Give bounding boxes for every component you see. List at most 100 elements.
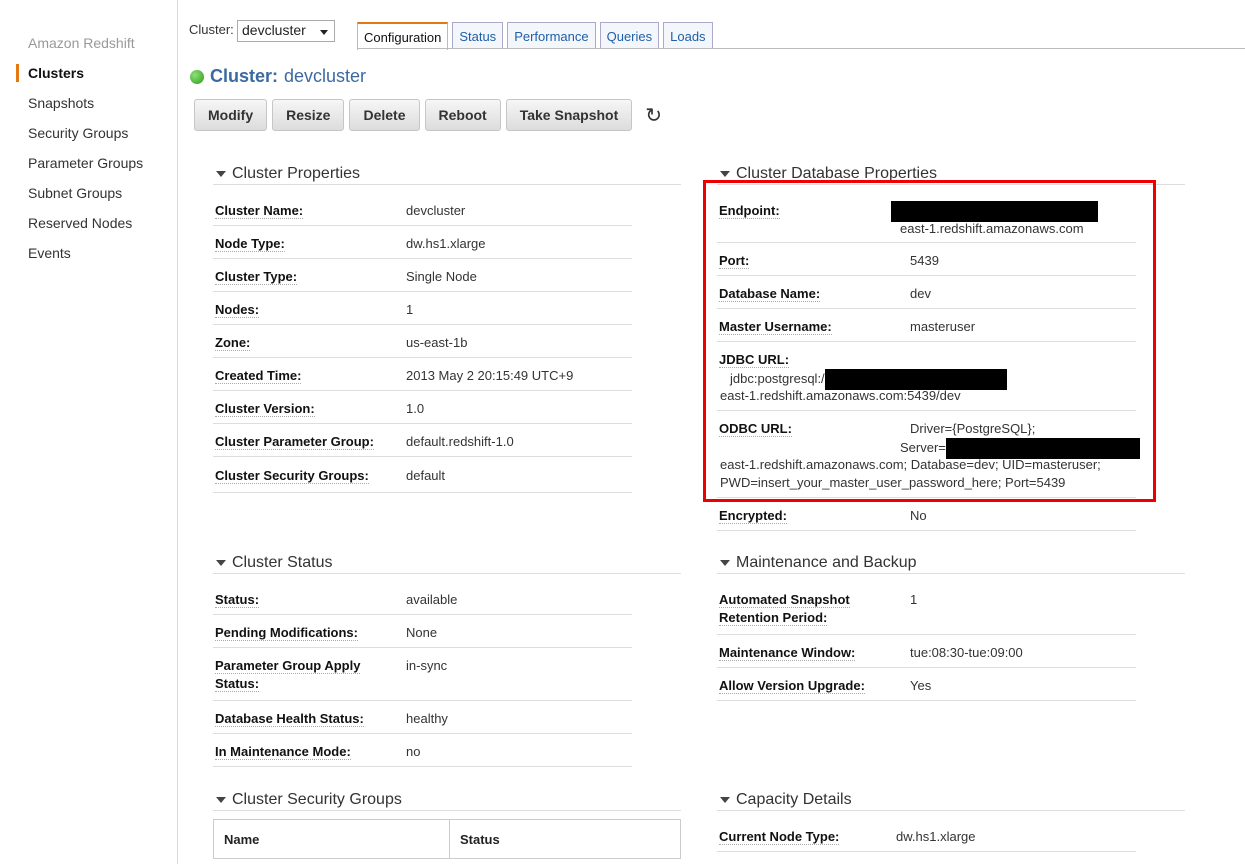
property-label: Node Type: [215, 236, 285, 252]
maintenance-value: tue:08:30-tue:09:00 [910, 645, 1023, 660]
delete-button[interactable]: Delete [349, 99, 420, 131]
status-row: Status: available [213, 582, 632, 615]
highlight-box [703, 180, 1156, 502]
tab-queries[interactable]: Queries [599, 22, 660, 48]
capacity-row: Current Node Type: dw.hs1.xlarge [717, 819, 1136, 852]
maintenance-row: Automated Snapshot Retention Period: 1 [717, 582, 1136, 635]
property-value: 1.0 [406, 401, 425, 416]
tab-loads[interactable]: Loads [663, 22, 713, 48]
property-label: Zone: [215, 335, 251, 351]
status-label: In Maintenance Mode: [215, 744, 351, 760]
capacity-header[interactable]: Capacity Details [717, 789, 1185, 811]
security-groups-section: Cluster Security Groups [213, 789, 681, 811]
collapse-triangle-icon [216, 796, 226, 803]
sidebar-item-snapshots[interactable]: Snapshots [0, 93, 177, 123]
status-value: healthy [406, 711, 448, 726]
sidebar-item-events[interactable]: Events [0, 243, 177, 273]
maintenance-section: Maintenance and Backup Automated Snapsho… [717, 552, 1185, 701]
property-row: Cluster Version: 1.0 [213, 391, 632, 424]
property-row: Cluster Type: Single Node [213, 259, 632, 292]
page-title-prefix: Cluster: [210, 66, 279, 86]
page-title-name: devcluster [284, 66, 367, 86]
maintenance-label: Allow Version Upgrade: [719, 678, 865, 694]
property-value: 2013 May 2 20:15:49 UTC+9 [406, 368, 574, 383]
cluster-status-heading: Cluster Status [232, 553, 333, 571]
status-value: no [406, 744, 421, 759]
cluster-properties-heading: Cluster Properties [232, 164, 361, 182]
maintenance-row: Allow Version Upgrade: Yes [717, 668, 1136, 701]
encrypted-row: Encrypted: No [717, 498, 1136, 531]
maintenance-value: Yes [910, 678, 932, 693]
property-row: Cluster Name: devcluster [213, 193, 632, 226]
cluster-select-label: Cluster: [189, 22, 234, 37]
status-row: Database Health Status: healthy [213, 701, 632, 734]
resize-button[interactable]: Resize [272, 99, 345, 131]
maintenance-header[interactable]: Maintenance and Backup [717, 552, 1185, 574]
page-title: Cluster: devcluster [190, 66, 366, 87]
cluster-select[interactable]: devcluster [237, 20, 335, 42]
action-toolbar: Modify Resize Delete Reboot Take Snapsho… [194, 99, 662, 131]
reboot-button[interactable]: Reboot [424, 99, 501, 131]
maintenance-heading: Maintenance and Backup [736, 553, 917, 571]
sidebar-item-reserved-nodes[interactable]: Reserved Nodes [0, 213, 177, 243]
cluster-properties-header[interactable]: Cluster Properties [213, 163, 681, 185]
sidebar-item-security-groups[interactable]: Security Groups [0, 123, 177, 153]
property-value: default.redshift-1.0 [406, 434, 514, 449]
property-row: Node Type: dw.hs1.xlarge [213, 226, 632, 259]
status-dot-icon [190, 69, 204, 84]
capacity-list: Current Node Type: dw.hs1.xlarge [717, 819, 1136, 852]
cluster-status-header[interactable]: Cluster Status [213, 552, 681, 574]
tab-divider [357, 48, 1245, 49]
collapse-triangle-icon [720, 559, 730, 566]
maintenance-row: Maintenance Window: tue:08:30-tue:09:00 [717, 635, 1136, 668]
security-groups-table: Name Status [213, 819, 681, 859]
property-label: Created Time: [215, 368, 302, 384]
property-label: Cluster Version: [215, 401, 315, 417]
status-label: Status: [215, 592, 260, 608]
refresh-icon[interactable]: ↻ [645, 103, 662, 128]
property-label: Cluster Security Groups: [215, 468, 369, 484]
sidebar: Amazon Redshift Clusters Snapshots Secur… [0, 0, 178, 864]
tab-configuration[interactable]: Configuration [357, 22, 449, 50]
capacity-value: dw.hs1.xlarge [896, 829, 976, 844]
security-groups-heading: Cluster Security Groups [232, 790, 402, 808]
collapse-triangle-icon [720, 796, 730, 803]
column-header-name[interactable]: Name [214, 820, 450, 858]
property-value: default [406, 468, 446, 483]
capacity-section: Capacity Details Current Node Type: dw.h… [717, 789, 1185, 852]
maintenance-label: Automated Snapshot Retention Period: [719, 592, 850, 626]
sidebar-item-parameter-groups[interactable]: Parameter Groups [0, 153, 177, 183]
maintenance-list: Automated Snapshot Retention Period: 1 M… [717, 582, 1136, 701]
property-value: us-east-1b [406, 335, 468, 350]
maintenance-value: 1 [910, 592, 918, 607]
status-value: None [406, 625, 438, 640]
collapse-triangle-icon [720, 170, 730, 177]
property-value: Single Node [406, 269, 477, 284]
cluster-status-list: Status: available Pending Modifications:… [213, 582, 632, 767]
property-row: Cluster Security Groups: default [213, 457, 632, 493]
status-value: in-sync [406, 658, 448, 673]
status-row: Pending Modifications: None [213, 615, 632, 648]
property-row: Cluster Parameter Group: default.redshif… [213, 424, 632, 457]
status-row: Parameter Group Apply Status: in-sync [213, 648, 632, 701]
collapse-triangle-icon [216, 559, 226, 566]
tab-performance[interactable]: Performance [507, 22, 596, 48]
encrypted-value: No [910, 508, 927, 523]
modify-button[interactable]: Modify [194, 99, 268, 131]
property-value: devcluster [406, 203, 466, 218]
property-value: 1 [406, 302, 414, 317]
maintenance-label: Maintenance Window: [719, 645, 856, 661]
brand-label: Amazon Redshift [28, 35, 135, 51]
tab-status[interactable]: Status [452, 22, 504, 48]
property-row: Zone: us-east-1b [213, 325, 632, 358]
property-label: Cluster Type: [215, 269, 298, 285]
property-row: Created Time: 2013 May 2 20:15:49 UTC+9 [213, 358, 632, 391]
take-snapshot-button[interactable]: Take Snapshot [505, 99, 633, 131]
column-header-status[interactable]: Status [450, 820, 510, 858]
sidebar-nav: Clusters Snapshots Security Groups Param… [0, 63, 177, 273]
sidebar-item-subnet-groups[interactable]: Subnet Groups [0, 183, 177, 213]
status-label: Database Health Status: [215, 711, 364, 727]
sidebar-item-clusters[interactable]: Clusters [0, 63, 177, 93]
security-groups-header[interactable]: Cluster Security Groups [213, 789, 681, 811]
cluster-properties-list: Cluster Name: devcluster Node Type: dw.h… [213, 193, 632, 493]
